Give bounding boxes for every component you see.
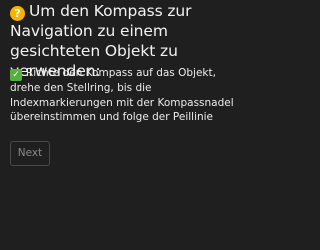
next-button[interactable]: Next: [10, 141, 50, 166]
instruction-screen: ? Um den Kompass zur Navigation zu einem …: [0, 0, 250, 250]
check-mark-emoji-icon: ✓: [10, 69, 22, 81]
answer-text: Richte den Kompass auf das Objekt, drehe…: [10, 67, 234, 123]
question-mark-emoji-icon: ?: [10, 6, 25, 21]
answer-item: ✓ Richte den Kompass auf das Objekt, dreh…: [10, 66, 246, 125]
